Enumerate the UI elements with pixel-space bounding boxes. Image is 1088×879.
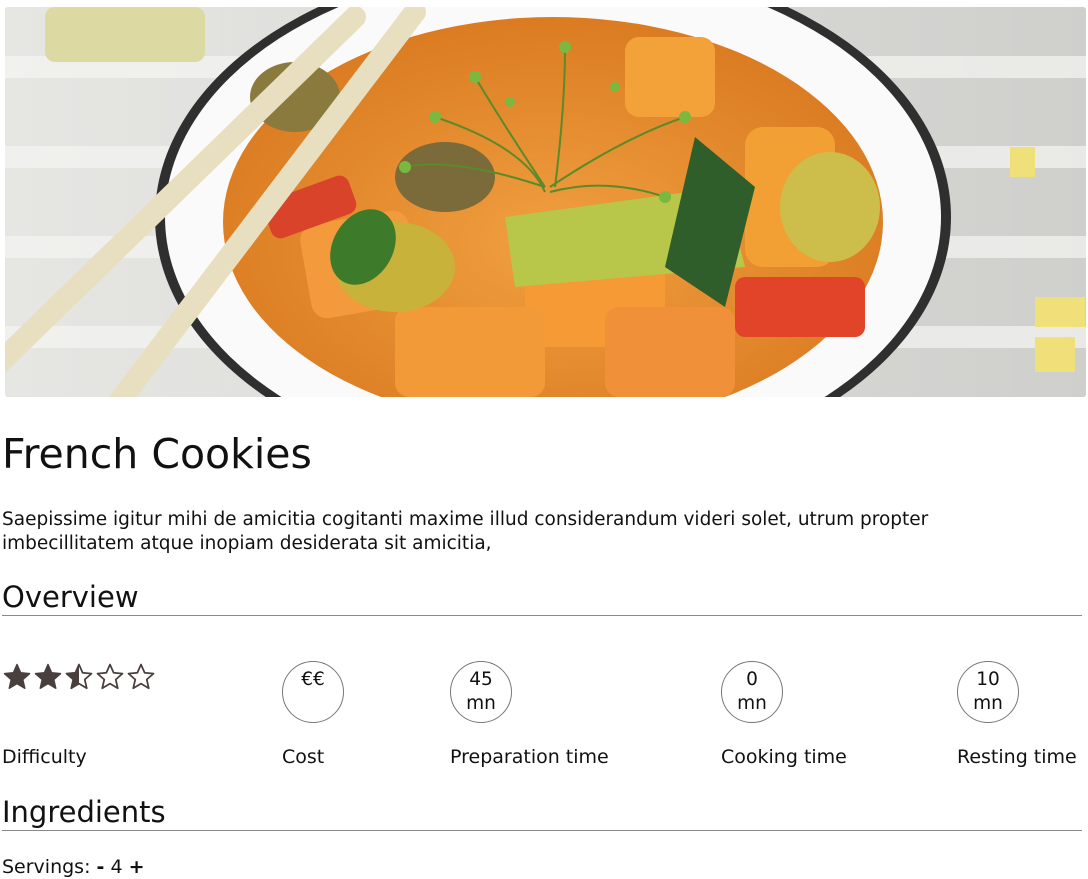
resting-time-unit: mn bbox=[973, 693, 1003, 714]
servings-value: 4 bbox=[110, 856, 123, 878]
difficulty-rating bbox=[2, 662, 156, 692]
resting-time-value: 10 bbox=[976, 669, 1000, 690]
cost-badge: €€ bbox=[282, 661, 344, 723]
resting-time-badge: 10 mn bbox=[957, 661, 1019, 723]
star-half-icon bbox=[65, 663, 93, 690]
overview-heading: Overview bbox=[2, 580, 1082, 616]
cooking-time-label: Cooking time bbox=[721, 746, 847, 768]
ingredients-heading: Ingredients bbox=[2, 795, 1082, 831]
star-full-icon bbox=[3, 663, 31, 689]
star-empty-icon bbox=[127, 663, 155, 690]
cooking-time-unit: mn bbox=[737, 693, 767, 714]
servings-increment-button[interactable]: + bbox=[129, 856, 145, 878]
star-full-icon bbox=[34, 663, 62, 689]
preparation-time-label: Preparation time bbox=[450, 746, 609, 768]
cooking-time-badge: 0 mn bbox=[721, 661, 783, 723]
star-empty-icon bbox=[96, 663, 124, 690]
resting-time-label: Resting time bbox=[957, 746, 1077, 768]
recipe-description: Saepissime igitur mihi de amicitia cogit… bbox=[2, 509, 929, 554]
cost-value: €€ bbox=[301, 669, 325, 690]
cooking-time-value: 0 bbox=[746, 669, 758, 690]
preparation-time-unit: mn bbox=[466, 693, 496, 714]
cost-label: Cost bbox=[282, 746, 325, 768]
servings-decrement-button[interactable]: - bbox=[97, 856, 105, 878]
preparation-time-badge: 45 mn bbox=[450, 661, 512, 723]
servings-label: Servings: bbox=[2, 856, 91, 878]
recipe-hero-image bbox=[5, 7, 1086, 397]
servings-control: Servings: - 4 + bbox=[2, 856, 145, 878]
preparation-time-value: 45 bbox=[469, 669, 493, 690]
recipe-title: French Cookies bbox=[2, 430, 312, 478]
difficulty-label: Difficulty bbox=[2, 746, 87, 768]
